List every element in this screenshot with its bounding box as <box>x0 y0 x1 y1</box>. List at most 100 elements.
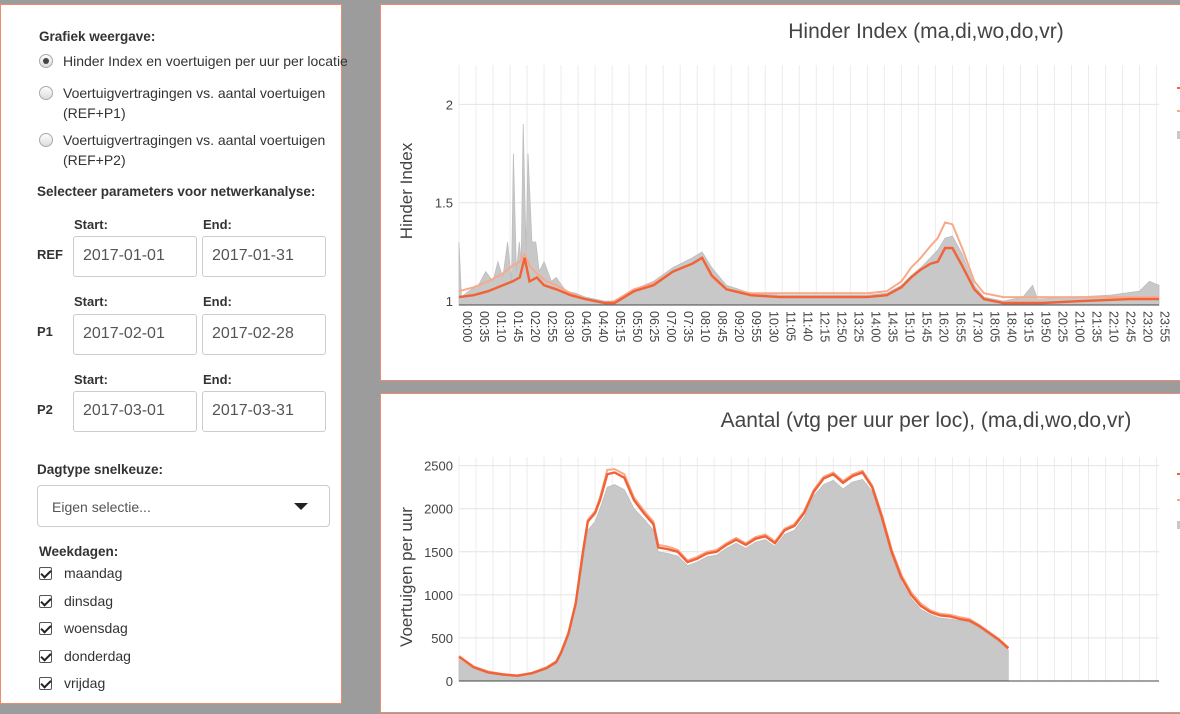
checkbox-label: vrijdag <box>64 675 106 691</box>
radio-button[interactable] <box>39 133 53 147</box>
control-sidebar: Grafiek weergave: Hinder Index en voertu… <box>0 4 348 704</box>
p1-start-label: Start: <box>74 294 108 309</box>
hinder-index-chart[interactable]: Hinder Index (ma,di,wo,do,vr) Hinder Ind… <box>381 5 1180 382</box>
chart-title: Aantal (vtg per uur per loc), (ma,di,wo,… <box>721 409 1132 432</box>
p2-end-date-input[interactable]: 2017-03-31 <box>202 391 326 432</box>
ref-end-label: End: <box>203 217 232 232</box>
x-tick-label: 15:45 <box>919 311 933 342</box>
hinder-index-chart-panel: Hinder Index (ma,di,wo,do,vr) Hinder Ind… <box>380 4 1180 381</box>
daytype-label: Dagtype snelkeuze: <box>37 462 164 477</box>
ref-end-date-input[interactable]: 2017-01-31 <box>202 236 326 277</box>
x-tick-label: 10:30 <box>766 311 780 342</box>
weekday-checkbox-vrijdag[interactable]: vrijdag <box>39 675 105 691</box>
x-tick-label: 12:50 <box>834 311 848 342</box>
x-tick-label: 23:20 <box>1141 311 1155 342</box>
weekday-checkbox-donderdag[interactable]: donderdag <box>39 648 131 664</box>
ref-start-date-input[interactable]: 2017-01-01 <box>73 236 197 277</box>
p2-end-label: End: <box>203 372 232 387</box>
y-axis-label: Voertuigen per uur <box>397 507 416 647</box>
x-tick-label: 17:30 <box>970 311 984 342</box>
radio-label: Voertuigvertragingen vs. aantal voertuig… <box>63 85 326 121</box>
checkbox[interactable] <box>39 594 52 608</box>
x-tick-label: 05:50 <box>630 311 644 342</box>
x-tick-label: 08:45 <box>715 311 729 342</box>
weekdays-label: Weekdagen: <box>39 544 119 559</box>
y-axis-label: Hinder Index <box>397 142 416 239</box>
x-tick-label: 03:30 <box>562 311 576 342</box>
x-tick-label: 02:20 <box>528 311 542 342</box>
checkbox-label: maandag <box>64 565 123 581</box>
x-tick-label: 19:15 <box>1021 311 1035 342</box>
x-tick-label: 02:55 <box>545 311 559 342</box>
x-tick-label: 23:55 <box>1158 311 1172 342</box>
x-tick-label: 11:40 <box>800 311 814 341</box>
y-tick-label: 2500 <box>424 459 453 474</box>
series-area-p2 <box>458 478 1009 682</box>
x-tick-label: 14:35 <box>885 311 899 342</box>
checkbox-label: donderdag <box>64 648 131 664</box>
chart-title: Hinder Index (ma,di,wo,do,vr) <box>788 20 1063 43</box>
y-tick-label: 1.5 <box>435 196 453 211</box>
x-tick-label: 08:10 <box>698 311 712 342</box>
y-tick-label: 0 <box>446 674 453 689</box>
x-tick-label: 20:25 <box>1055 311 1069 342</box>
weekday-checkbox-maandag[interactable]: maandag <box>39 565 122 581</box>
y-tick-label: 1000 <box>424 588 453 603</box>
weekday-checkbox-dinsdag[interactable]: dinsdag <box>39 593 113 609</box>
y-tick-label: 500 <box>431 631 453 646</box>
checkbox[interactable] <box>39 649 52 663</box>
x-tick-label: 14:00 <box>868 311 882 342</box>
y-tick-label: 2000 <box>424 502 453 517</box>
x-tick-label: 00:00 <box>460 311 474 342</box>
radio-button[interactable] <box>39 54 53 68</box>
checkbox[interactable] <box>39 566 52 580</box>
y-tick-label: 2 <box>446 97 453 112</box>
x-tick-label: 00:35 <box>477 311 491 342</box>
radio-label: Voertuigvertragingen vs. aantal voertuig… <box>63 132 326 168</box>
x-tick-label: 19:50 <box>1038 311 1052 342</box>
x-tick-label: 07:35 <box>681 311 695 342</box>
checkbox[interactable] <box>39 621 52 635</box>
x-tick-label: 09:55 <box>749 311 763 342</box>
network-params-label: Selecteer parameters voor netwerkanalyse… <box>37 184 316 199</box>
radio-option-ref-p2[interactable]: Voertuigvertragingen vs. aantal voertuig… <box>39 130 333 170</box>
graph-view-label: Grafiek weergave: <box>39 29 156 44</box>
p1-end-date-input[interactable]: 2017-02-28 <box>202 314 326 355</box>
x-tick-label: 18:05 <box>987 311 1001 342</box>
caret-down-icon <box>294 503 308 510</box>
p1-period-label: P1 <box>37 324 53 339</box>
x-tick-label: 15:10 <box>902 311 916 342</box>
x-tick-label: 16:55 <box>953 311 967 342</box>
x-tick-label: 04:40 <box>596 311 610 342</box>
x-tick-label: 01:10 <box>494 311 508 342</box>
y-tick-label: 1 <box>446 294 453 309</box>
x-tick-label: 13:25 <box>851 311 865 342</box>
weekday-checkbox-woensdag[interactable]: woensdag <box>39 620 128 636</box>
checkbox-label: woensdag <box>64 620 128 636</box>
daytype-select[interactable]: Eigen selectie... <box>37 485 330 527</box>
radio-option-hinder-index[interactable]: Hinder Index en voertuigen per uur per l… <box>39 51 363 71</box>
x-tick-label: 18:40 <box>1004 311 1018 342</box>
vehicle-count-chart-panel: Aantal (vtg per uur per loc), (ma,di,wo,… <box>380 393 1180 713</box>
x-tick-label: 22:45 <box>1124 311 1138 342</box>
radio-button[interactable] <box>39 86 53 100</box>
radio-label: Hinder Index en voertuigen per uur per l… <box>63 53 348 69</box>
x-tick-label: 06:25 <box>647 311 661 342</box>
vehicle-count-chart[interactable]: Aantal (vtg per uur per loc), (ma,di,wo,… <box>381 394 1180 714</box>
p1-end-label: End: <box>203 294 232 309</box>
checkbox[interactable] <box>39 676 52 690</box>
p2-start-date-input[interactable]: 2017-03-01 <box>73 391 197 432</box>
y-tick-label: 1500 <box>424 545 453 560</box>
x-tick-label: 11:05 <box>783 311 797 341</box>
x-tick-label: 12:15 <box>817 311 831 342</box>
x-tick-label: 21:35 <box>1090 311 1104 342</box>
x-tick-label: 22:10 <box>1107 311 1121 342</box>
radio-option-ref-p1[interactable]: Voertuigvertragingen vs. aantal voertuig… <box>39 83 333 123</box>
p2-start-label: Start: <box>74 372 108 387</box>
x-tick-label: 05:15 <box>613 311 627 342</box>
x-tick-label: 07:00 <box>664 311 678 342</box>
x-tick-label: 16:20 <box>936 311 950 342</box>
p1-start-date-input[interactable]: 2017-02-01 <box>73 314 197 355</box>
x-tick-label: 01:45 <box>511 311 525 342</box>
p2-period-label: P2 <box>37 402 53 417</box>
